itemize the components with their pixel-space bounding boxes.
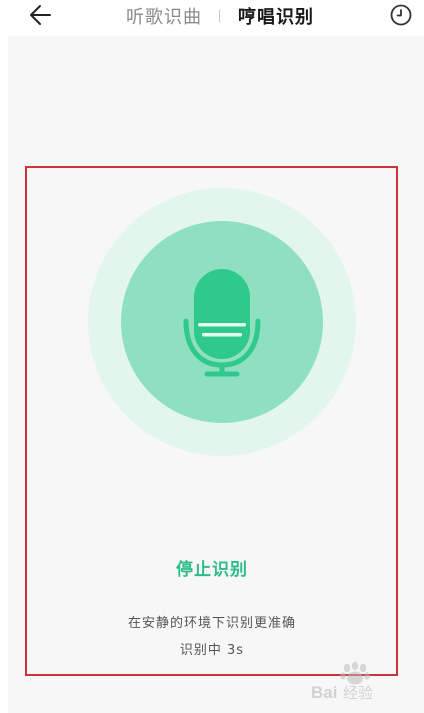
microphone-graphic: [88, 188, 356, 456]
back-button[interactable]: [28, 3, 54, 27]
hint-text: 在安静的环境下识别更准确: [127, 616, 296, 631]
svg-text:经验: 经验: [343, 684, 373, 702]
history-button[interactable]: [389, 3, 413, 27]
clock-icon: [390, 4, 412, 26]
microphone-button[interactable]: [88, 188, 356, 456]
hum-recognition-screen: 听歌识曲 哼唱识别 停止识别 在安静的环境下识别更准确 识别中 3s Bai 经…: [0, 0, 424, 713]
recognition-status: 识别中 3s: [179, 643, 245, 658]
tab-song-recognition[interactable]: 听歌识曲: [126, 3, 202, 29]
tab-hum-recognition[interactable]: 哼唱识别: [238, 3, 314, 29]
baidu-watermark-logo: Bai 经验: [309, 660, 404, 704]
arrow-left-icon: [30, 5, 51, 25]
stop-recognition-button[interactable]: 停止识别: [0, 555, 424, 580]
top-bar: 听歌识曲 哼唱识别: [0, 0, 424, 36]
tab-divider: [219, 10, 220, 22]
svg-text:Bai: Bai: [311, 683, 337, 702]
paw-icon: Bai 经验: [311, 661, 373, 702]
mode-tabs: 听歌识曲 哼唱识别: [126, 2, 314, 30]
